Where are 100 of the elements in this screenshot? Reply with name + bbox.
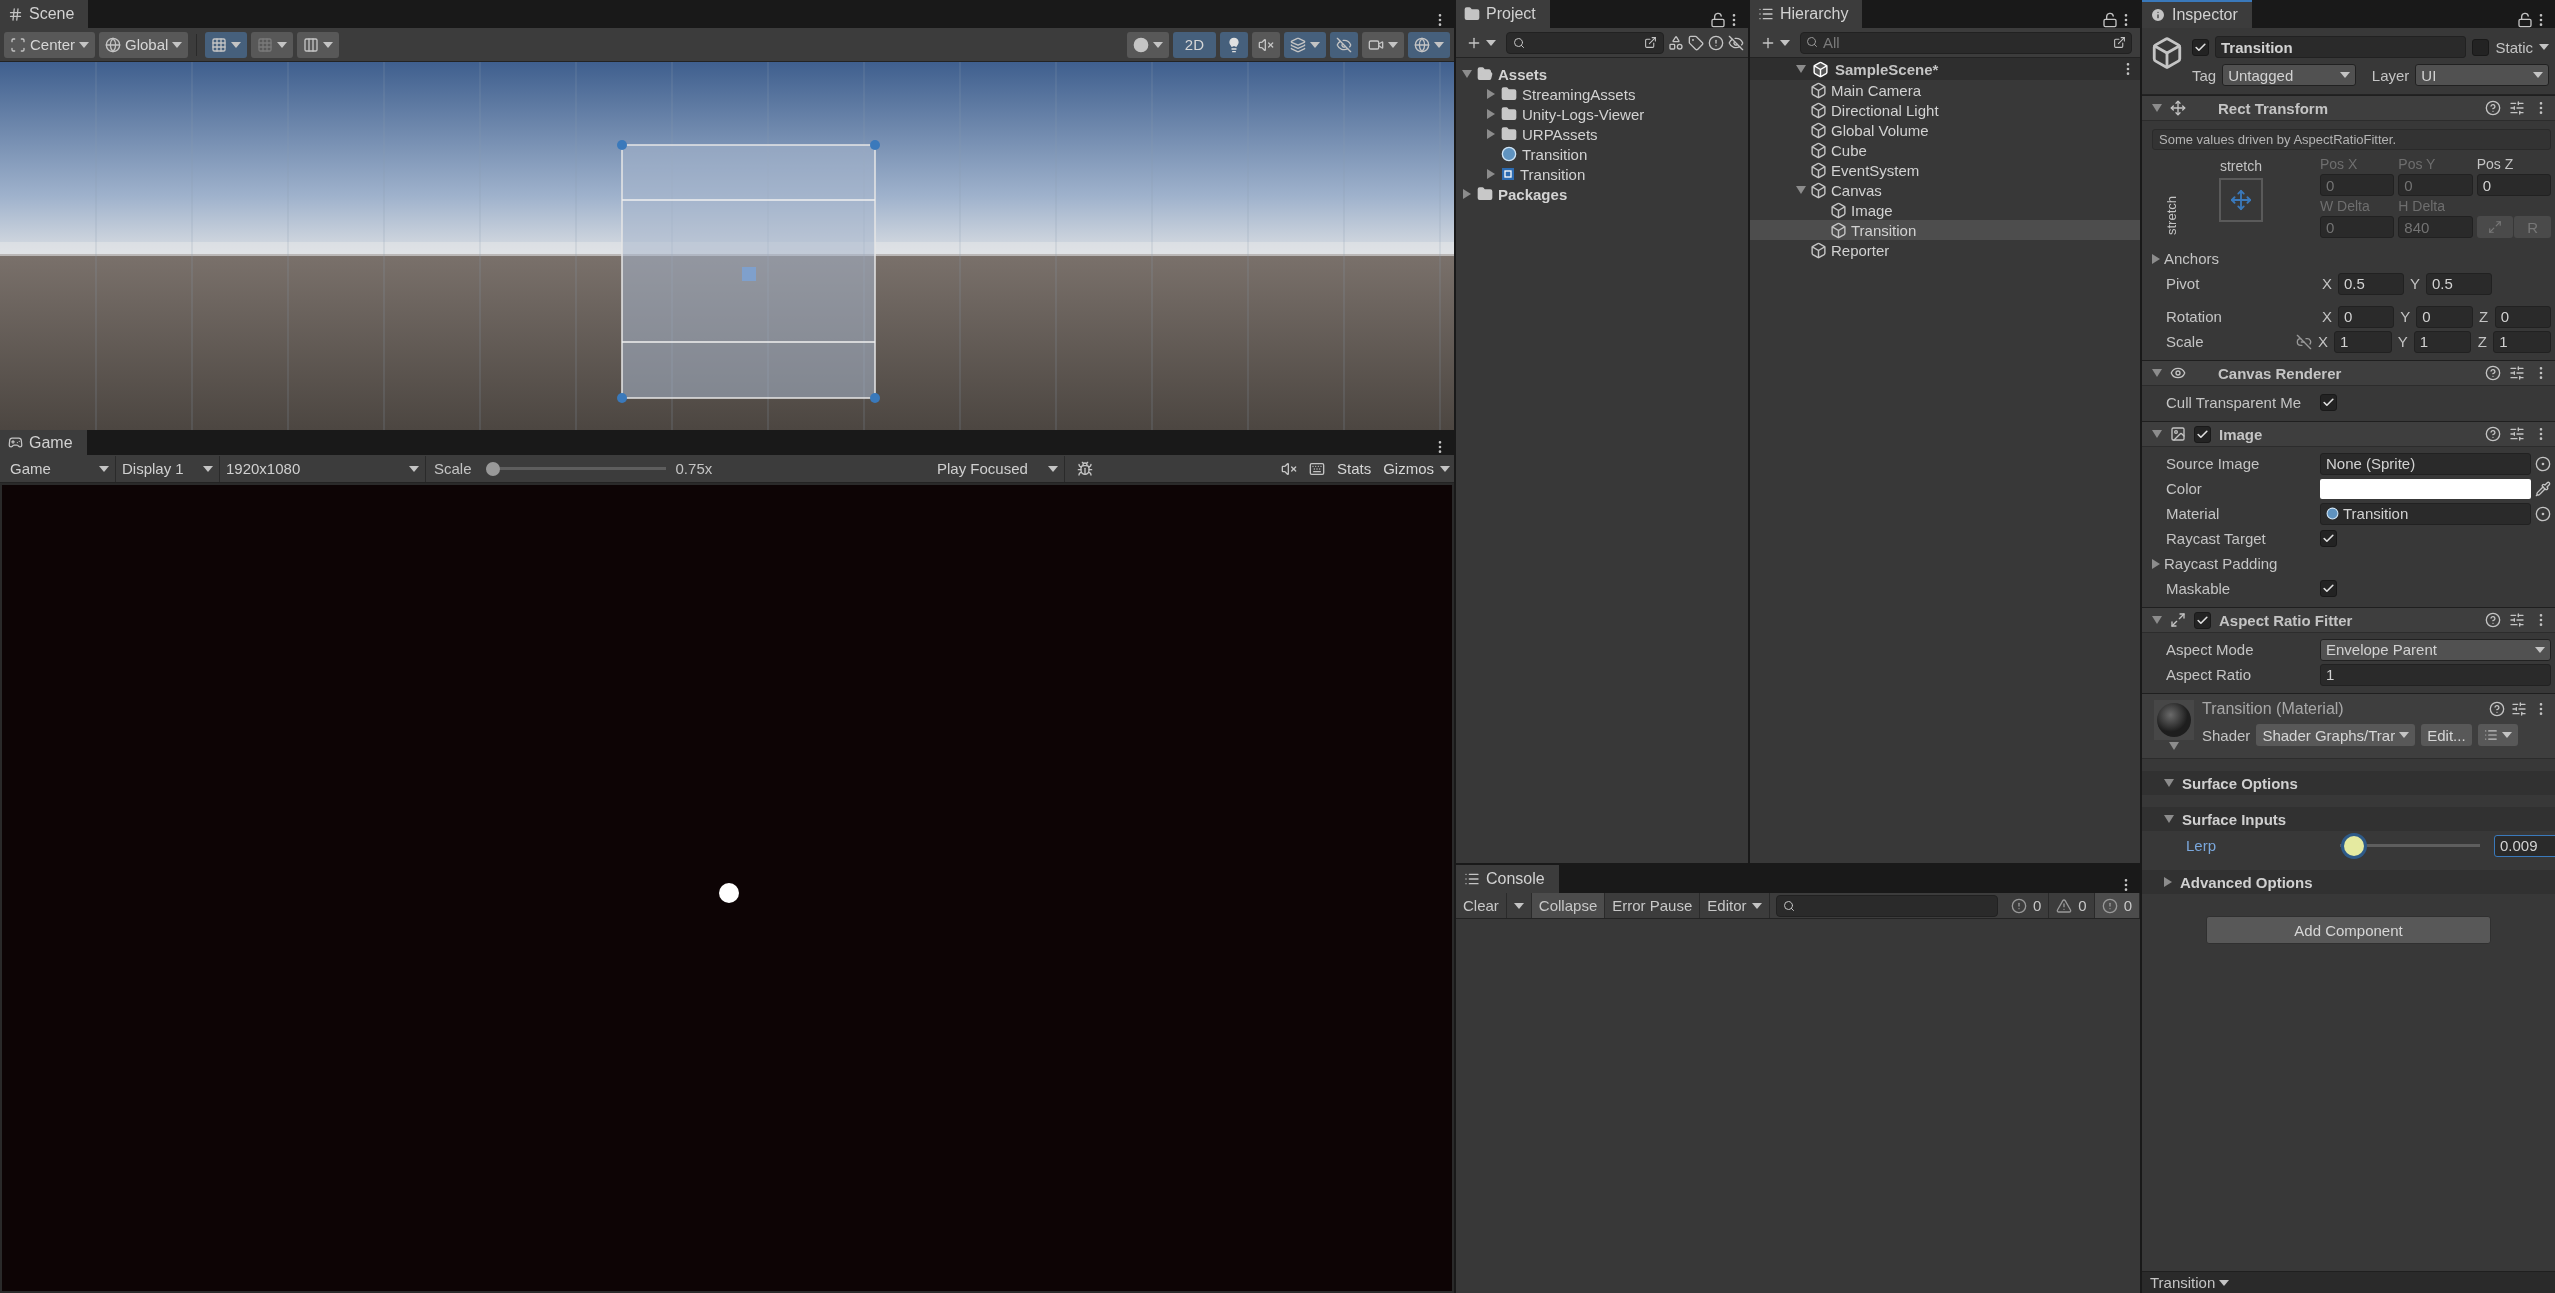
editor-dropdown[interactable]: Editor [1700, 893, 1771, 918]
hierarchy-item[interactable]: EventSystem [1750, 160, 2140, 180]
number-field[interactable]: 0 [2338, 305, 2395, 328]
foldout-arrow-icon[interactable] [1796, 186, 1806, 194]
console-tab[interactable]: Console [1456, 865, 1559, 893]
caret-icon[interactable] [1440, 465, 1450, 472]
caret-icon[interactable] [172, 41, 183, 48]
project-tab[interactable]: Project [1456, 0, 1550, 28]
picker-icon[interactable] [2535, 455, 2551, 472]
slider-thumb[interactable] [485, 461, 500, 476]
presets-icon[interactable] [2511, 701, 2527, 717]
lighting-toggle[interactable] [1220, 31, 1248, 58]
log-count-toggle[interactable]: 0 [2003, 893, 2050, 918]
project-item[interactable]: Transition [1456, 144, 1748, 164]
section-header[interactable]: Advanced Options [2142, 870, 2555, 894]
checkbox[interactable] [2194, 611, 2211, 629]
caret-icon[interactable] [2533, 72, 2543, 78]
caret-icon[interactable] [2535, 646, 2545, 653]
help-icon[interactable] [2485, 365, 2501, 381]
caret-icon[interactable] [2539, 44, 2549, 50]
project-item[interactable]: Assets [1456, 64, 1748, 84]
number-field[interactable]: 0 [2494, 305, 2551, 328]
hierarchy-item[interactable]: Cube [1750, 140, 2140, 160]
project-item[interactable]: StreamingAssets [1456, 84, 1748, 104]
help-icon[interactable] [2489, 701, 2505, 717]
caret-icon[interactable] [1434, 41, 1444, 48]
component-header[interactable]: Aspect Ratio Fitter [2142, 607, 2555, 633]
project-item[interactable]: Packages [1456, 184, 1748, 204]
caret-icon[interactable] [1513, 902, 1524, 909]
caret-icon[interactable] [323, 41, 334, 48]
footer-label[interactable]: Transition [2150, 1274, 2216, 1291]
console-toggle[interactable]: Error Pause [1605, 893, 1701, 918]
add-component-button[interactable]: Add Component [2206, 916, 2491, 944]
caret-icon[interactable] [1388, 41, 1398, 48]
inspector-tab[interactable]: Inspector [2142, 0, 2252, 28]
display-dropdown[interactable]: Display 1 [116, 455, 220, 482]
tag-icon[interactable] [1688, 34, 1704, 51]
help-icon[interactable] [2485, 426, 2501, 442]
2d-toggle[interactable]: 2D [1172, 31, 1216, 58]
hierarchy-tab[interactable]: Hierarchy [1750, 0, 1863, 28]
slider-thumb[interactable] [2344, 835, 2364, 856]
foldout-arrow-icon[interactable] [2164, 815, 2174, 823]
foldout-arrow-icon[interactable] [2164, 877, 2172, 887]
checkbox[interactable] [2472, 38, 2490, 56]
number-field[interactable]: 0.009 [2494, 834, 2555, 857]
number-field[interactable]: 0.5 [2338, 272, 2404, 295]
checkbox[interactable] [2320, 394, 2337, 411]
section-header[interactable]: Surface Options [2142, 771, 2555, 795]
unlinked-icon[interactable] [2296, 333, 2312, 350]
log-count-toggle[interactable]: 0 [2094, 893, 2140, 918]
foldout-arrow-icon[interactable] [2152, 104, 2162, 112]
shader-menu-button[interactable] [2477, 724, 2518, 746]
caret-icon[interactable] [2399, 732, 2410, 738]
presets-icon[interactable] [2509, 365, 2525, 381]
presets-icon[interactable] [2509, 612, 2525, 628]
checkbox[interactable] [2194, 425, 2211, 443]
caret-icon[interactable] [99, 465, 109, 472]
project-item[interactable]: URPAssets [1456, 124, 1748, 144]
caret-icon[interactable] [203, 465, 213, 472]
shading-dropdown[interactable] [1126, 31, 1169, 58]
caret-icon[interactable] [1752, 902, 1763, 909]
caret-icon[interactable] [231, 41, 242, 48]
lock-icon[interactable] [2102, 12, 2118, 28]
presets-icon[interactable] [2509, 100, 2525, 116]
gizmos-button[interactable]: Gizmos [1377, 455, 1440, 482]
camera-dropdown[interactable] [1362, 31, 1404, 58]
visibility-toggle[interactable] [1330, 31, 1358, 58]
hierarchy-item[interactable]: Canvas [1750, 180, 2140, 200]
console-toggle[interactable]: Collapse [1531, 893, 1606, 918]
component-header[interactable]: Canvas Renderer [2142, 360, 2555, 386]
hierarchy-item[interactable]: Transition [1750, 220, 2140, 240]
help-icon[interactable] [2485, 100, 2501, 116]
caret-icon[interactable] [2339, 72, 2350, 78]
audio-toggle[interactable] [1252, 31, 1280, 58]
shader-dropdown[interactable]: Shader Graphs/Trar [2256, 724, 2416, 746]
anchor-presets-button[interactable] [2219, 178, 2263, 222]
layer-dropdown[interactable]: UI [2415, 64, 2549, 86]
scene-tab[interactable]: Scene [0, 0, 89, 28]
foldout-arrow-icon[interactable] [2169, 742, 2179, 750]
number-field[interactable]: 1 [2334, 330, 2392, 353]
caret-icon[interactable] [1780, 39, 1790, 46]
view-mode-dropdown[interactable]: Game [4, 455, 116, 482]
help-icon[interactable] [2485, 612, 2501, 628]
space-dropdown[interactable]: Global [99, 31, 189, 58]
project-item[interactable]: Unity-Logs-Viewer [1456, 104, 1748, 124]
eyedropper-icon[interactable] [2535, 480, 2551, 497]
stats-button[interactable]: Stats [1330, 455, 1378, 482]
number-field[interactable]: 0.5 [2426, 272, 2492, 295]
foldout-arrow-icon[interactable] [2152, 430, 2162, 438]
color-field[interactable] [2320, 478, 2531, 499]
search-field[interactable] [1776, 894, 1998, 917]
caret-icon[interactable] [1047, 465, 1058, 472]
search-field[interactable]: All [1800, 31, 2132, 54]
foldout-arrow-icon[interactable] [2164, 779, 2174, 787]
project-item[interactable]: Transition [1456, 164, 1748, 184]
hierarchy-item[interactable]: Image [1750, 200, 2140, 220]
number-field[interactable]: 1 [2320, 663, 2551, 686]
caret-icon[interactable] [79, 41, 90, 48]
foldout-arrow-icon[interactable] [2152, 616, 2162, 624]
caret-icon[interactable] [409, 465, 419, 472]
